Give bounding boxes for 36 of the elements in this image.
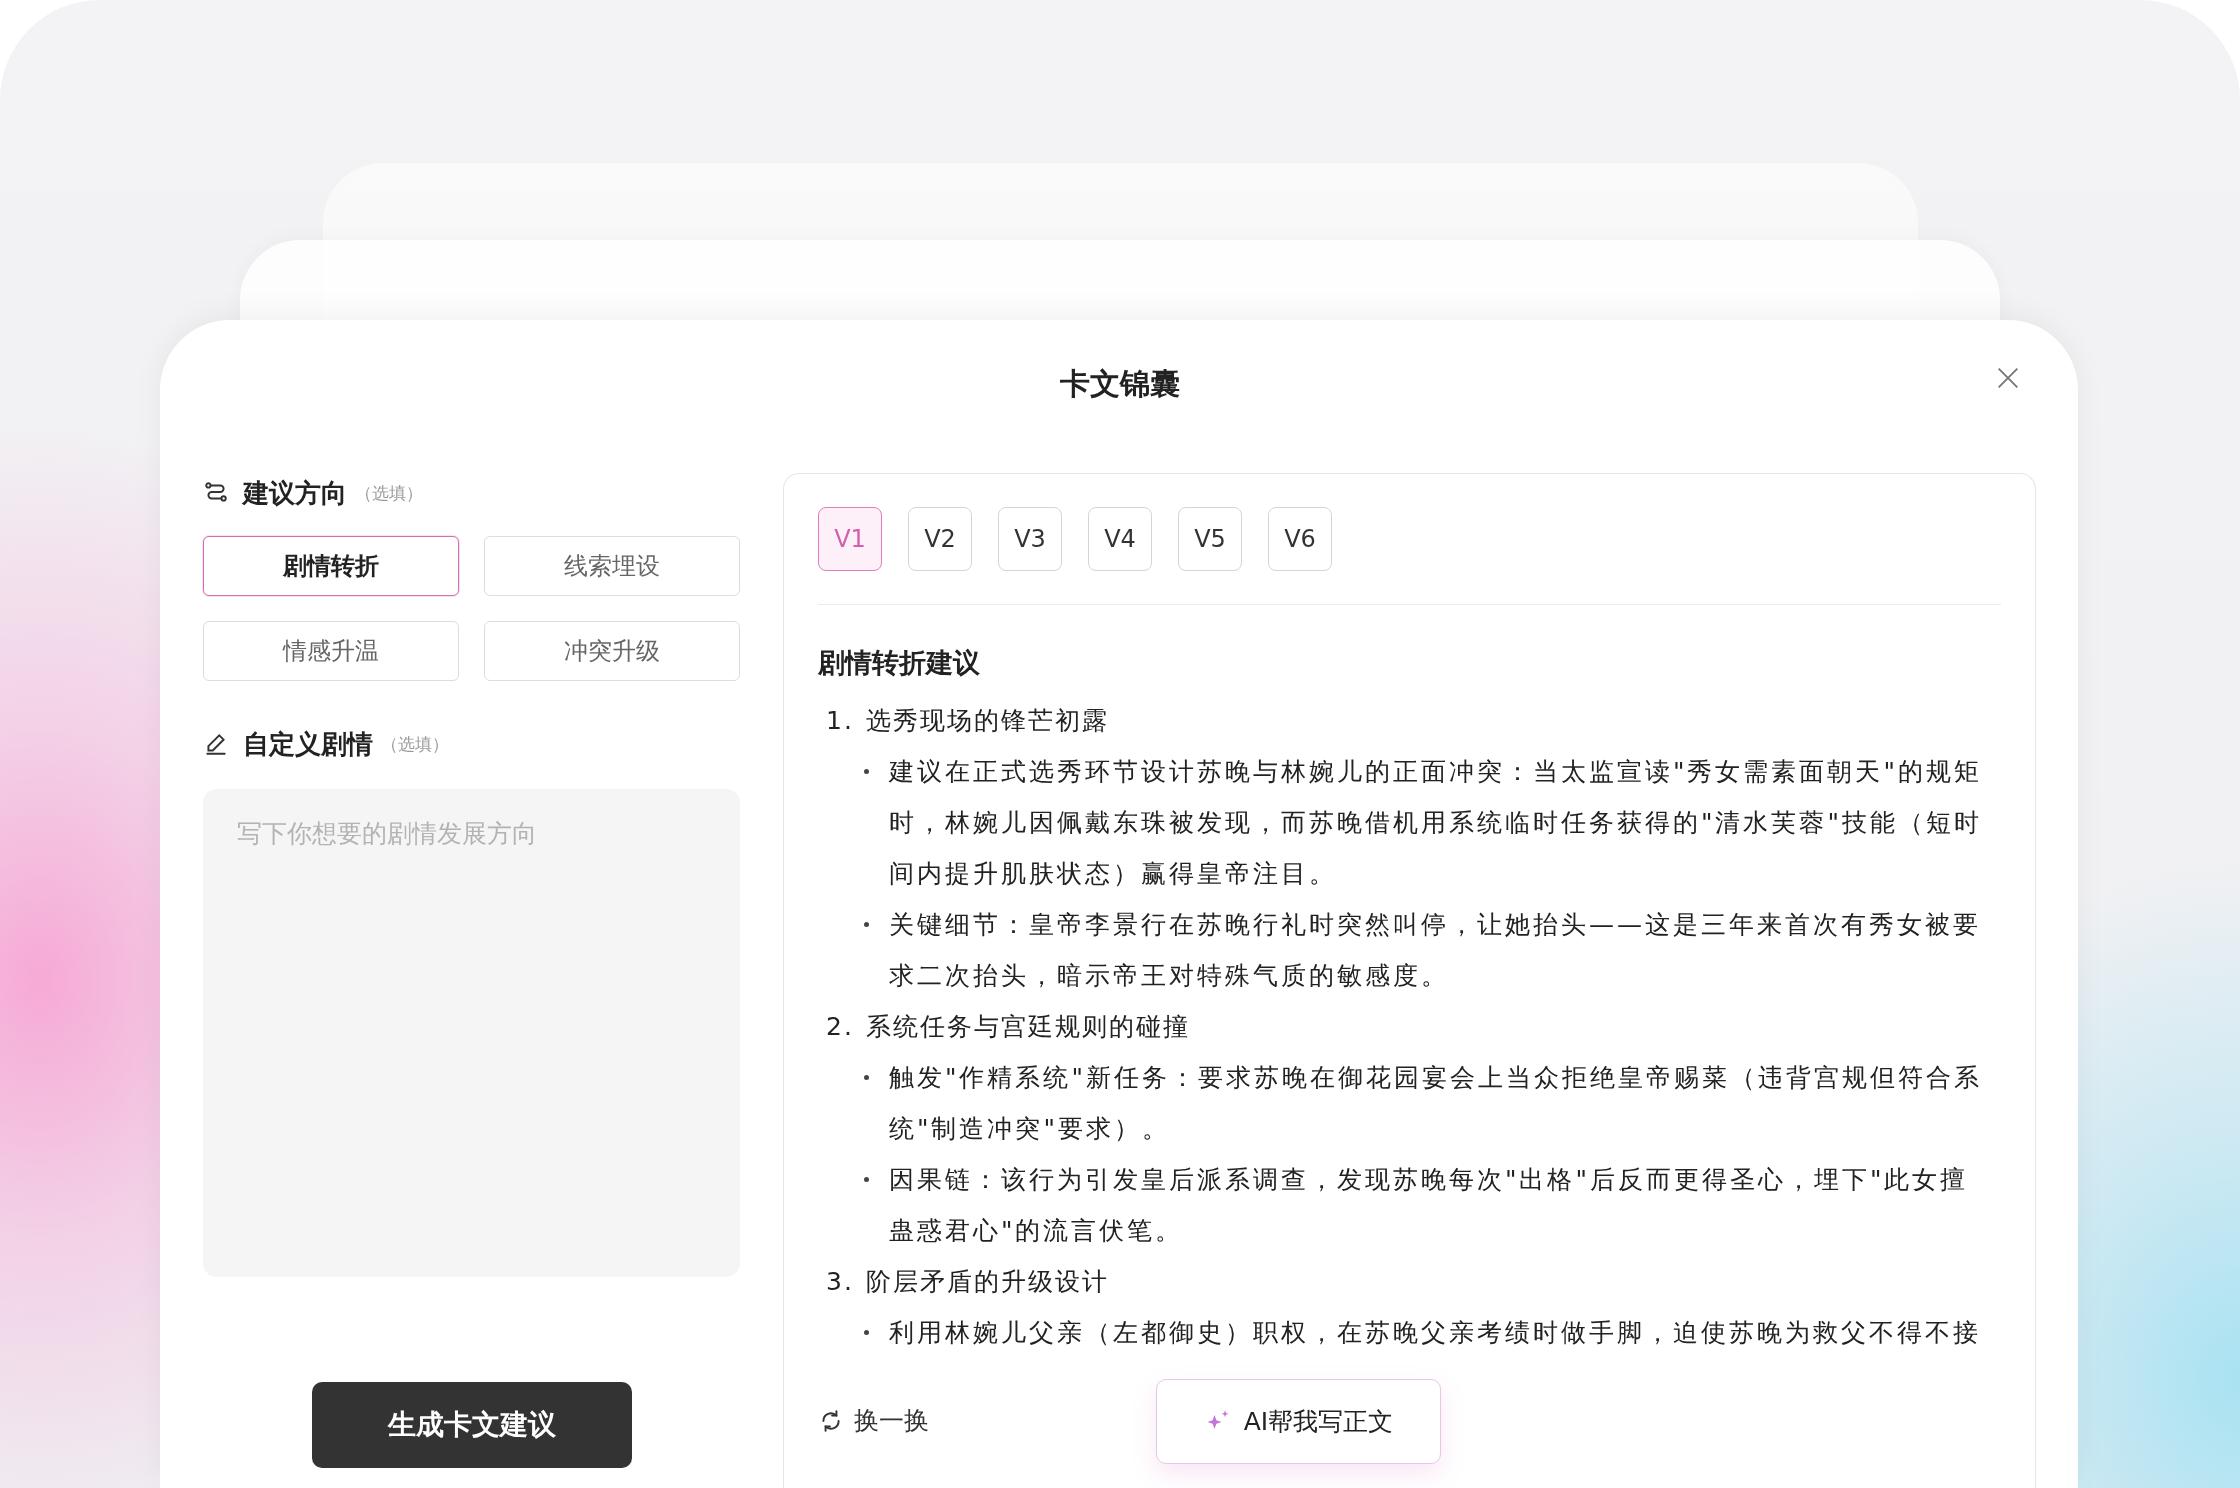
suggestion-heading: 剧情转折建议 <box>818 646 981 680</box>
pencil-icon <box>203 731 229 757</box>
refresh-button[interactable]: 换一换 <box>818 1404 929 1437</box>
bullet-text: 建议在正式选秀环节设计苏晚与林婉儿的正面冲突：当太监宣读"秀女需素面朝天"的规矩时，林婉儿因佩戴东珠被发现，而苏晚借机用系统临时任务获得的"清水芙蓉"技能（短时间内提升肌肤状态）赢得皇帝注目。 <box>889 756 1983 890</box>
version-tab[interactable]: V4 <box>1088 507 1152 571</box>
ai-write-button[interactable]: AI帮我写正文 <box>1156 1379 1441 1464</box>
generate-button[interactable]: 生成卡文建议 <box>311 1382 632 1468</box>
section-label: 自定义剧情 <box>243 727 373 761</box>
version-tab[interactable]: V3 <box>998 507 1062 571</box>
bullet-dot <box>864 922 869 927</box>
version-tab[interactable]: V6 <box>1268 507 1332 571</box>
section-label: 建议方向 <box>243 476 347 510</box>
item-number: 3. <box>826 1266 854 1298</box>
plot-input-field[interactable]: 写下你想要的剧情发展方向 <box>203 789 740 1277</box>
optional-hint: （选填） <box>355 481 423 505</box>
optional-hint: （选填） <box>381 732 449 756</box>
item-title: 系统任务与宫廷规则的碰撞 <box>865 1011 1190 1043</box>
direction-option[interactable]: 冲突升级 <box>484 621 740 681</box>
bullet-dot <box>864 1177 869 1182</box>
dialog-title: 卡文锦囊 <box>1059 365 1180 403</box>
item-title: 阶层矛盾的升级设计 <box>865 1266 1109 1298</box>
bullet-text: 因果链：该行为引发皇后派系调查，发现苏晚每次"出格"后反而更得圣心，埋下"此女擅蛊惑君心"的流言伏笔。 <box>889 1164 1970 1247</box>
bullet-text: 触发"作精系统"新任务：要求苏晚在御花园宴会上当众拒绝皇帝赐菜（违背宫规但符合系统"制造冲突"要求）。 <box>889 1062 1983 1145</box>
bullet-dot <box>864 769 869 774</box>
bullet-dot <box>864 1330 869 1335</box>
bullet-text: 利用林婉儿父亲（左都御史）职权，在苏晚父亲考绩时做手脚，迫使苏晚为救父不得不接 <box>889 1317 1981 1349</box>
bullet-dot <box>864 1075 869 1080</box>
direction-option[interactable]: 剧情转折 <box>203 536 459 596</box>
version-tab[interactable]: V2 <box>908 507 972 571</box>
item-title: 选秀现场的锋芒初露 <box>865 705 1109 737</box>
direction-option[interactable]: 线索埋设 <box>484 536 740 596</box>
version-tab[interactable]: V5 <box>1178 507 1242 571</box>
item-number: 1. <box>826 705 854 737</box>
item-number: 2. <box>826 1011 854 1043</box>
bullet-text: 关键细节：皇帝李景行在苏晚行礼时突然叫停，让她抬头——这是三年来首次有秀女被要求二次抬头，暗示帝王对特殊气质的敏感度。 <box>889 909 1982 992</box>
direction-option[interactable]: 情感升温 <box>203 621 459 681</box>
